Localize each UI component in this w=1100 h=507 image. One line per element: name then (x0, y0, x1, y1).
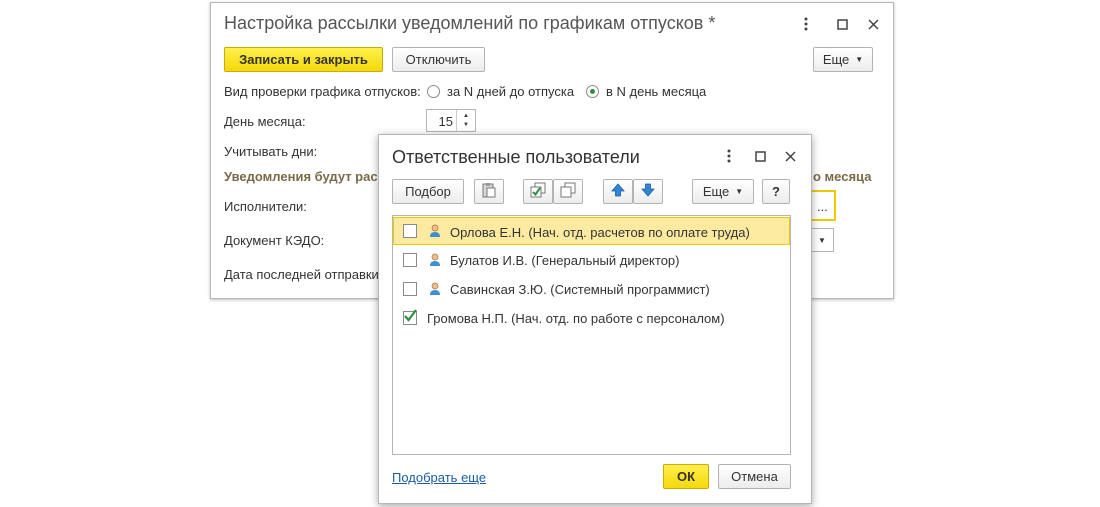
user-icon (429, 282, 441, 299)
pick-button[interactable]: Подбор (392, 179, 464, 204)
save-and-close-button[interactable]: Записать и закрыть (224, 47, 383, 72)
user-icon (429, 253, 441, 270)
move-down-button[interactable] (633, 179, 663, 204)
notifications-section-label-tail: о месяца (813, 169, 872, 184)
check-all-icon (530, 182, 546, 201)
check-type-label: Вид проверки графика отпусков: (224, 84, 421, 99)
consider-days-label: Учитывать дни: (224, 144, 318, 159)
disable-button[interactable]: Отключить (392, 47, 485, 72)
spinner-buttons[interactable]: ▲ ▼ (456, 110, 475, 131)
dialog-more-button[interactable]: Еще ▼ (692, 179, 754, 204)
last-sent-label: Дата последней отправки: (224, 267, 383, 282)
uncheck-all-button[interactable] (553, 179, 583, 204)
day-of-month-label: День месяца: (224, 114, 306, 129)
radio-day-of-month[interactable] (586, 85, 599, 98)
user-name-0: Орлова Е.Н. (Нач. отд. расчетов по оплат… (450, 225, 750, 240)
user-row-0[interactable]: Орлова Е.Н. (Нач. отд. расчетов по оплат… (393, 217, 790, 245)
kedo-document-label: Документ КЭДО: (224, 233, 325, 248)
close-icon[interactable] (864, 15, 882, 33)
user-checkbox-3[interactable] (403, 309, 417, 325)
more-button-label: Еще (822, 52, 850, 67)
kedo-document-dropdown[interactable]: ▼ (809, 228, 834, 252)
window-title: Настройка рассылки уведомлений по график… (224, 13, 716, 33)
executors-label: Исполнители: (224, 199, 307, 214)
help-button[interactable]: ? (762, 179, 790, 204)
pick-more-link[interactable]: Подобрать еще (392, 470, 486, 485)
user-row-1[interactable]: Булатов И.В. (Генеральный директор) (394, 246, 792, 274)
radio-days-before-label: за N дней до отпуска (447, 84, 575, 99)
check-all-button[interactable] (523, 179, 553, 204)
spin-up-icon[interactable]: ▲ (463, 113, 469, 119)
day-of-month-input[interactable]: 15 ▲ ▼ (426, 109, 476, 132)
dialog-more-label: Еще (702, 184, 730, 199)
radio-day-of-month-label: в N день месяца (606, 84, 707, 99)
user-checkbox-1[interactable] (403, 253, 417, 267)
arrow-down-icon (641, 183, 655, 200)
dialog-title: Ответственные пользователи (392, 147, 640, 167)
user-name-1: Булатов И.В. (Генеральный директор) (450, 253, 680, 268)
users-list[interactable]: Орлова Е.Н. (Нач. отд. расчетов по оплат… (392, 215, 791, 455)
executors-input[interactable]: ... (809, 190, 836, 221)
clipboard-icon (481, 182, 497, 201)
dialog-maximize-icon[interactable] (751, 147, 769, 165)
ok-button[interactable]: ОК (663, 464, 709, 489)
more-button[interactable]: Еще ▼ (813, 47, 873, 72)
user-checkbox-2[interactable] (403, 282, 417, 296)
checkmark-icon (404, 309, 417, 322)
uncheck-all-icon (560, 182, 576, 201)
move-up-button[interactable] (603, 179, 633, 204)
cancel-button[interactable]: Отмена (718, 464, 791, 489)
day-of-month-value: 15 (438, 114, 453, 129)
dialog-more-actions-icon[interactable] (720, 147, 738, 165)
dropdown-arrow-icon: ▼ (855, 55, 864, 64)
responsible-users-dialog: Ответственные пользователи Подбор Еще ▼ … (378, 134, 812, 504)
maximize-icon[interactable] (833, 15, 851, 33)
user-checkbox-0[interactable] (403, 224, 417, 238)
user-icon (429, 224, 441, 241)
user-row-2[interactable]: Савинская З.Ю. (Системный программист) (394, 275, 792, 303)
radio-days-before[interactable] (427, 85, 440, 98)
arrow-up-icon (611, 183, 625, 200)
dropdown-arrow-icon: ▼ (818, 236, 826, 245)
user-name-2: Савинская З.Ю. (Системный программист) (450, 282, 710, 297)
executors-select-button[interactable]: ... (817, 199, 828, 214)
paste-button[interactable] (474, 179, 504, 204)
spin-down-icon[interactable]: ▼ (463, 122, 469, 128)
more-actions-icon[interactable] (797, 15, 815, 33)
user-name-3: Громова Н.П. (Нач. отд. по работе с перс… (427, 311, 725, 326)
dropdown-arrow-icon: ▼ (735, 187, 744, 196)
notifications-section-label: Уведомления будут рас (224, 169, 378, 184)
user-row-3[interactable]: Громова Н.П. (Нач. отд. по работе с перс… (394, 304, 792, 332)
dialog-close-icon[interactable] (781, 147, 799, 165)
